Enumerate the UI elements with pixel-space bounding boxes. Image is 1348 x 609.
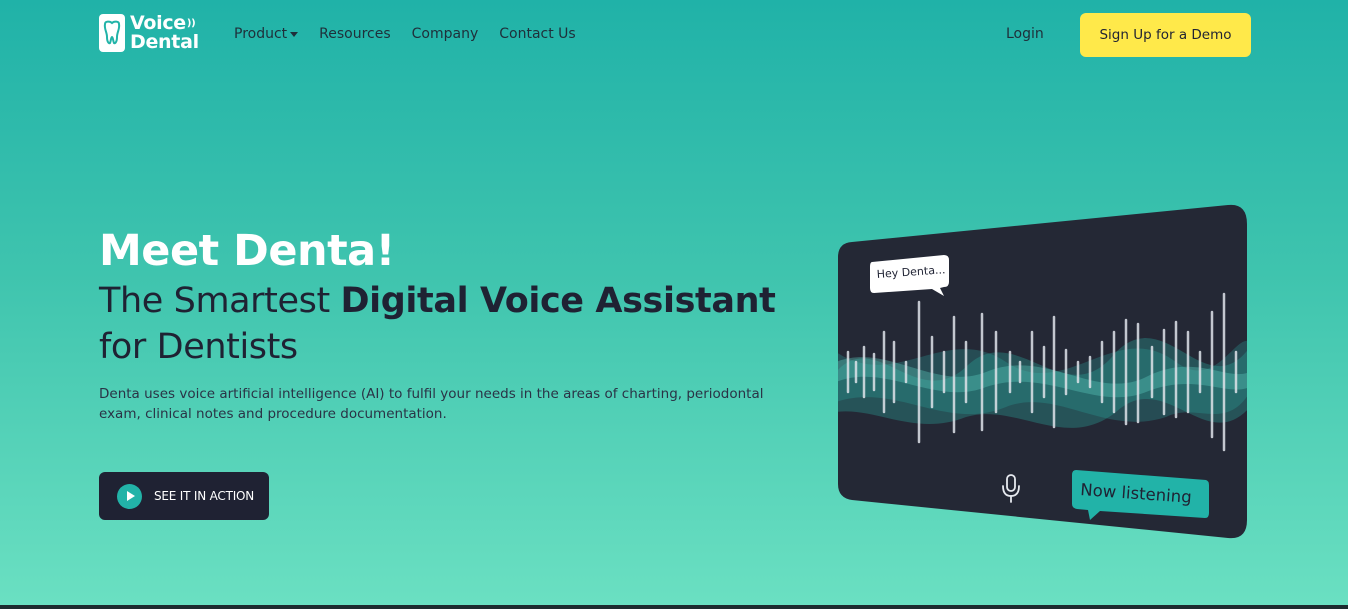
voice-assistant-card: Hey Denta... Now listening [836,202,1250,542]
nav-resources[interactable]: Resources [319,26,391,42]
hero-subtitle-prefix: The Smartest [99,281,341,321]
site-header: Voice)) Dental Product Resources Company… [0,0,1348,70]
hero-subtitle: The Smartest Digital Voice Assistant for … [99,278,829,370]
login-link[interactable]: Login [1006,26,1044,42]
voice-card-graphic: Hey Denta... Now listening [838,204,1247,539]
nav-product[interactable]: Product [234,26,299,42]
hero-subtitle-bold: Digital Voice Assistant [340,281,776,321]
next-section-edge [0,605,1348,609]
hero-title: Meet Denta! [99,226,395,276]
speech-bubble-hey-denta: Hey Denta... [870,255,949,296]
sign-up-demo-button[interactable]: Sign Up for a Demo [1080,13,1251,57]
nav-resources-label: Resources [319,26,391,42]
tooth-icon [99,14,125,52]
main-nav: Product Resources Company Contact Us [234,26,576,42]
nav-product-label: Product [234,26,288,42]
nav-company-label: Company [411,26,479,42]
cta-label: SEE IT IN ACTION [154,489,255,503]
nav-company[interactable]: Company [412,26,479,42]
see-it-in-action-button[interactable]: SEE IT IN ACTION [99,472,269,520]
play-icon [117,483,142,509]
sound-wave-icon: )) [186,18,196,29]
nav-contact-us[interactable]: Contact Us [499,26,575,42]
brand-line-2: Dental [130,31,199,53]
voice-dental-logo[interactable]: Voice)) Dental [99,14,199,52]
nav-contact-us-label: Contact Us [499,26,576,42]
caret-down-icon [290,31,299,37]
hero-subtitle-suffix: for Dentists [99,327,298,367]
brand-wordmark: Voice)) Dental [130,14,199,52]
hero-description: Denta uses voice artificial intelligence… [99,386,764,422]
